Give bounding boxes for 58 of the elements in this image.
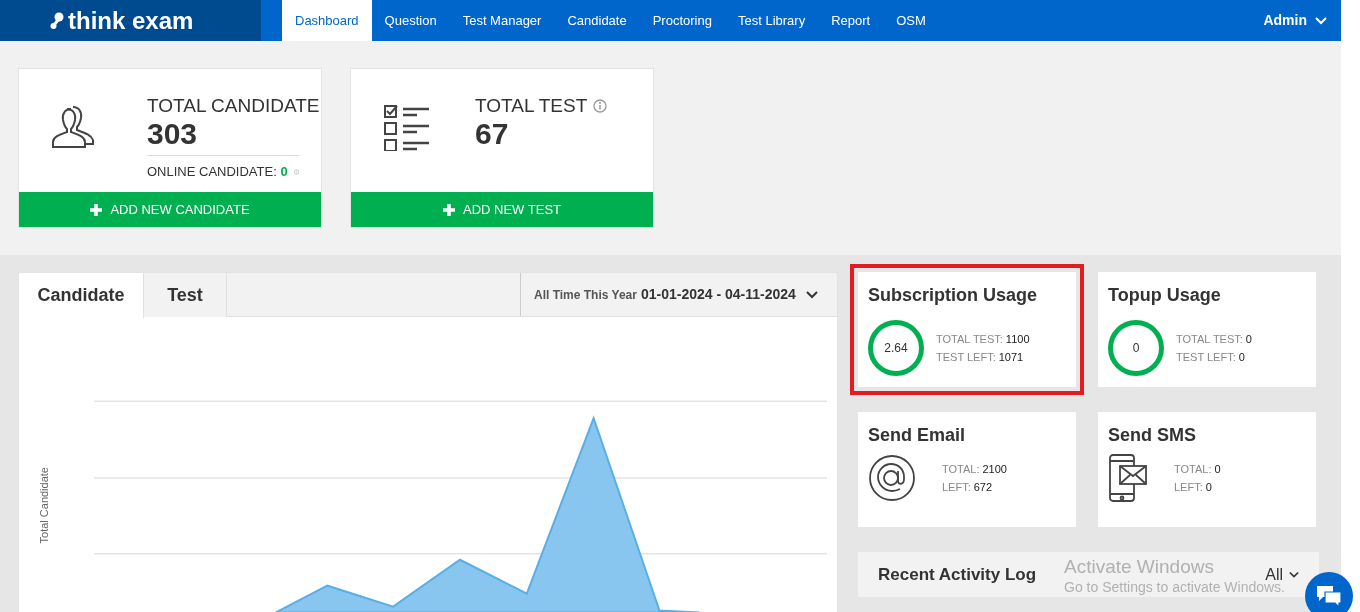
chevron-down-icon <box>805 290 818 299</box>
stat-title: TOTAL CANDIDATE <box>147 95 320 117</box>
stat-value: 0 <box>1238 350 1245 365</box>
info-icon[interactable] <box>593 99 608 113</box>
nav-tab[interactable]: OSM <box>883 0 939 41</box>
add-button[interactable]: ADD NEW CANDIDATE <box>19 192 321 227</box>
stat-value: 672 <box>973 480 993 495</box>
nav-tab[interactable]: Question <box>371 0 450 41</box>
logo-icon <box>50 11 64 30</box>
card-title: Send SMS <box>1108 424 1197 446</box>
stat-label: TOTAL: <box>1174 462 1212 477</box>
stat-label: LEFT: <box>1174 480 1203 495</box>
chart-tab[interactable]: Candidate <box>19 273 144 318</box>
plus-icon <box>443 203 455 216</box>
at-sign-icon <box>868 454 916 502</box>
stat-value: 2100 <box>982 462 1007 477</box>
activation-notice-title: Activate Windows <box>1064 556 1214 578</box>
nav-tab[interactable]: Test Manager <box>449 0 555 41</box>
stat-number: 303 <box>147 117 199 151</box>
checklist-icon <box>383 103 431 151</box>
chevron-down-icon <box>1289 570 1299 579</box>
chat-button[interactable] <box>1305 572 1353 612</box>
chart-tab[interactable]: Test <box>144 273 227 317</box>
stat-value: 0 <box>1205 480 1212 495</box>
stat-label: TOTAL TEST: <box>936 332 1003 347</box>
stat-label: TEST LEFT: <box>1176 350 1236 365</box>
panel-title: Recent Activity Log <box>878 563 1037 586</box>
usage-ring: 0 <box>1108 320 1164 376</box>
stat-value: 1100 <box>1005 332 1030 347</box>
activation-notice-text: Go to Settings to activate Windows. <box>1064 579 1285 596</box>
date-range-dropdown[interactable]: All Time This Year 01-01-2024 - 04-11-2024 <box>520 273 837 316</box>
logo-text: think exam <box>68 8 194 33</box>
nav-tab[interactable]: Test Library <box>724 0 819 41</box>
plus-icon <box>90 203 103 216</box>
nav-tab[interactable]: Report <box>818 0 884 41</box>
chat-icon <box>1316 585 1342 607</box>
nav-tab[interactable]: Dashboard <box>282 0 372 41</box>
card-title: Send Email <box>868 424 967 446</box>
add-button[interactable]: ADD NEW TEST <box>351 192 653 227</box>
stat-label: TEST LEFT: <box>936 350 996 365</box>
nav-tab[interactable]: Candidate <box>554 0 640 41</box>
usage-ring: 2.64 <box>868 320 924 376</box>
stat-value: 1071 <box>998 350 1024 365</box>
chevron-down-icon <box>1315 16 1327 25</box>
online-count-text: ONLINE CANDIDATE: 0 <box>147 163 288 181</box>
phone-mail-icon <box>1108 454 1148 502</box>
nav-tab[interactable]: Proctoring <box>639 0 725 41</box>
stat-label: TOTAL: <box>942 462 980 477</box>
stat-number: 67 <box>475 117 510 151</box>
card-title: Topup Usage <box>1108 284 1222 306</box>
stat-value: 0 <box>1245 332 1252 347</box>
user-menu-button[interactable]: Admin <box>1263 10 1307 31</box>
stat-title: TOTAL TEST <box>475 95 588 117</box>
stat-label: LEFT: <box>942 480 971 495</box>
y-axis-label: Total Candidate <box>36 466 51 544</box>
card-title: Subscription Usage <box>868 284 1039 306</box>
stat-value: 0 <box>1214 462 1221 477</box>
stat-label: TOTAL TEST: <box>1176 332 1243 347</box>
